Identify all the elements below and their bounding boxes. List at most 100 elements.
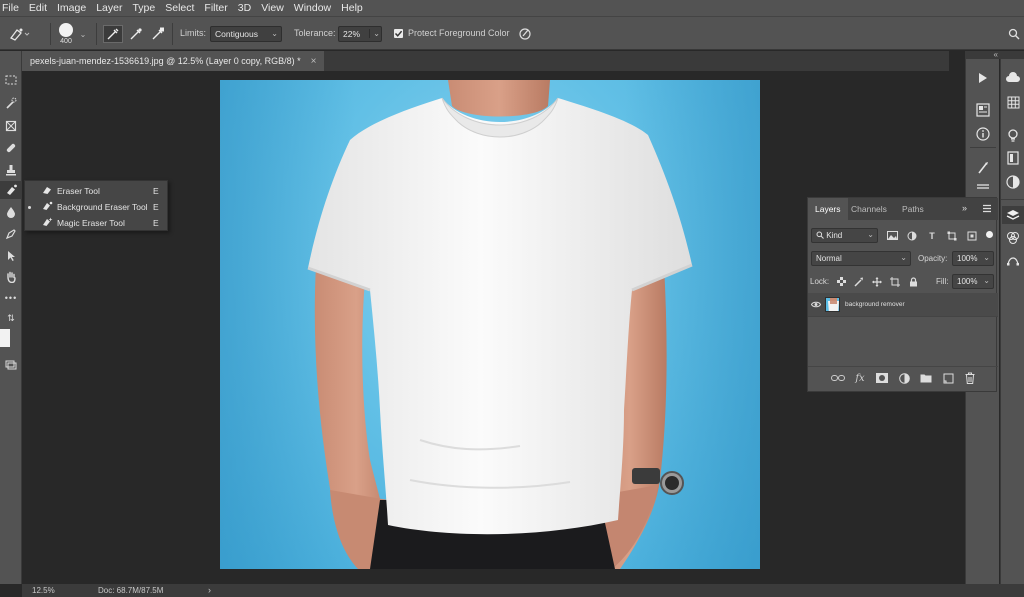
swap-colors-icon[interactable]: ⇅ [0, 309, 22, 327]
zoom-level[interactable]: 12.5% [32, 586, 55, 595]
paths-icon[interactable] [1002, 251, 1024, 269]
pixel-filter-icon[interactable] [885, 229, 899, 242]
lock-artboard-icon[interactable] [888, 275, 902, 288]
eye-visibility-icon[interactable] [810, 300, 822, 309]
menu-image[interactable]: Image [52, 0, 91, 16]
swatches-grid-icon[interactable] [1002, 93, 1024, 111]
sampling-swatch-button[interactable] [148, 25, 168, 43]
eraser-icon [39, 185, 55, 197]
crop-tool[interactable] [0, 117, 22, 135]
foreground-color-swatch[interactable] [0, 329, 10, 347]
panel-menu-icon[interactable] [982, 204, 992, 213]
trash-icon[interactable] [962, 371, 978, 385]
close-icon[interactable]: × [311, 56, 317, 67]
menu-view[interactable]: View [256, 0, 289, 16]
adjustment-filter-icon[interactable] [905, 229, 919, 242]
fx-icon[interactable]: fx [852, 371, 868, 385]
tab-layers[interactable]: Layers [808, 198, 848, 220]
eraser-tool-group[interactable] [0, 181, 22, 199]
menu-file[interactable]: File [0, 0, 24, 16]
layers-panel-icon[interactable] [1002, 206, 1024, 224]
menu-bar: File Edit Image Layer Type Select Filter… [0, 0, 1024, 16]
panel-collapse-bar[interactable]: « [965, 51, 1024, 59]
lock-transparent-pixels-icon[interactable] [834, 275, 848, 288]
status-menu-arrow-icon[interactable]: › [208, 585, 211, 595]
tolerance-input[interactable]: 22% ⌄ [338, 26, 382, 42]
sampling-once-button[interactable] [126, 25, 146, 43]
link-layers-icon[interactable] [830, 371, 846, 385]
tool-preset-picker[interactable] [8, 25, 30, 43]
filter-kind-select[interactable]: Kind ⌄ [811, 228, 878, 243]
menu-select[interactable]: Select [160, 0, 199, 16]
brush-size-picker[interactable]: 400 [56, 22, 76, 48]
more-tools-icon[interactable]: ••• [0, 289, 22, 307]
lock-all-icon[interactable] [906, 275, 920, 288]
quick-select-icon [6, 97, 17, 109]
blend-mode-select[interactable]: Normal ⌄ [811, 251, 911, 266]
info-icon[interactable] [972, 125, 994, 143]
chevron-down-icon[interactable]: ⌄ [78, 25, 88, 43]
cloud-icon[interactable] [1002, 69, 1024, 87]
collapse-panel-icon[interactable]: » [962, 203, 967, 213]
flyout-item-eraser-tool[interactable]: Eraser Tool E [25, 183, 169, 199]
brush-icon[interactable] [972, 159, 994, 177]
quick-select-tool[interactable] [0, 94, 22, 112]
filter-toggle-icon[interactable] [986, 231, 993, 238]
arrow-cursor-icon [8, 251, 15, 261]
menu-type[interactable]: Type [127, 0, 160, 16]
path-selection-tool[interactable] [0, 247, 22, 265]
chevron-down-icon: ⌄ [983, 276, 990, 285]
blend-mode-value: Normal [816, 254, 842, 263]
tab-paths[interactable]: Paths [895, 198, 931, 220]
add-mask-icon[interactable] [874, 371, 890, 385]
type-filter-icon[interactable]: T [925, 229, 939, 242]
menu-window[interactable]: Window [289, 0, 336, 16]
pen-tool[interactable] [0, 225, 22, 243]
menu-help[interactable]: Help [336, 0, 368, 16]
libraries-icon[interactable] [1002, 149, 1024, 167]
options-bar: 400 ⌄ Limits: Contiguous ⌄ Tolerance: 22… [0, 16, 1024, 50]
clone-stamp-tool[interactable] [0, 161, 22, 179]
fill-input[interactable]: 100% ⌄ [952, 274, 994, 289]
opacity-value: 100% [957, 254, 978, 263]
document-tab[interactable]: pexels-juan-mendez-1536619.jpg @ 12.5% (… [22, 51, 325, 71]
menu-layer[interactable]: Layer [91, 0, 127, 16]
flyout-item-background-eraser-tool[interactable]: Background Eraser Tool E [25, 199, 169, 215]
search-icon[interactable] [1006, 25, 1022, 43]
lightbulb-icon[interactable] [1002, 127, 1024, 145]
flyout-item-magic-eraser-tool[interactable]: Magic Eraser Tool E [25, 215, 169, 231]
adjustments-icon[interactable] [1002, 173, 1024, 191]
lock-image-pixels-icon[interactable] [852, 275, 866, 288]
layer-row[interactable]: background remover [808, 293, 998, 317]
properties-icon[interactable] [972, 101, 994, 119]
smart-object-filter-icon[interactable] [965, 229, 979, 242]
brush-presets-icon[interactable] [972, 179, 994, 197]
chevron-down-icon: ⌄ [369, 29, 380, 38]
document-canvas-image[interactable] [220, 80, 760, 569]
hand-tool[interactable] [0, 268, 22, 286]
shape-filter-icon[interactable] [945, 229, 959, 242]
protect-foreground-checkbox[interactable] [394, 29, 403, 38]
sampling-continuous-button[interactable] [103, 25, 123, 43]
lock-label: Lock: [810, 277, 830, 286]
channels-icon[interactable] [1002, 229, 1024, 247]
screen-mode-button[interactable] [0, 356, 22, 374]
new-layer-icon[interactable] [940, 371, 956, 385]
marquee-tool[interactable] [0, 71, 22, 89]
opacity-input[interactable]: 100% ⌄ [952, 251, 994, 266]
limits-select[interactable]: Contiguous ⌄ [210, 26, 282, 42]
new-group-folder-icon[interactable] [918, 371, 934, 385]
tab-channels[interactable]: Channels [844, 198, 894, 220]
pressure-size-button[interactable] [516, 25, 534, 43]
menu-3d[interactable]: 3D [233, 0, 256, 16]
menu-filter[interactable]: Filter [199, 0, 232, 16]
hand-icon [7, 271, 16, 283]
menu-edit[interactable]: Edit [24, 0, 52, 16]
blur-tool[interactable] [0, 203, 22, 221]
document-tab-bar: pexels-juan-mendez-1536619.jpg @ 12.5% (… [22, 51, 949, 71]
new-fill-adjustment-icon[interactable] [896, 371, 912, 385]
play-icon[interactable] [972, 69, 994, 87]
opacity-label: Opacity: [918, 254, 948, 263]
lock-position-icon[interactable] [870, 275, 884, 288]
healing-brush-tool[interactable] [0, 139, 22, 157]
